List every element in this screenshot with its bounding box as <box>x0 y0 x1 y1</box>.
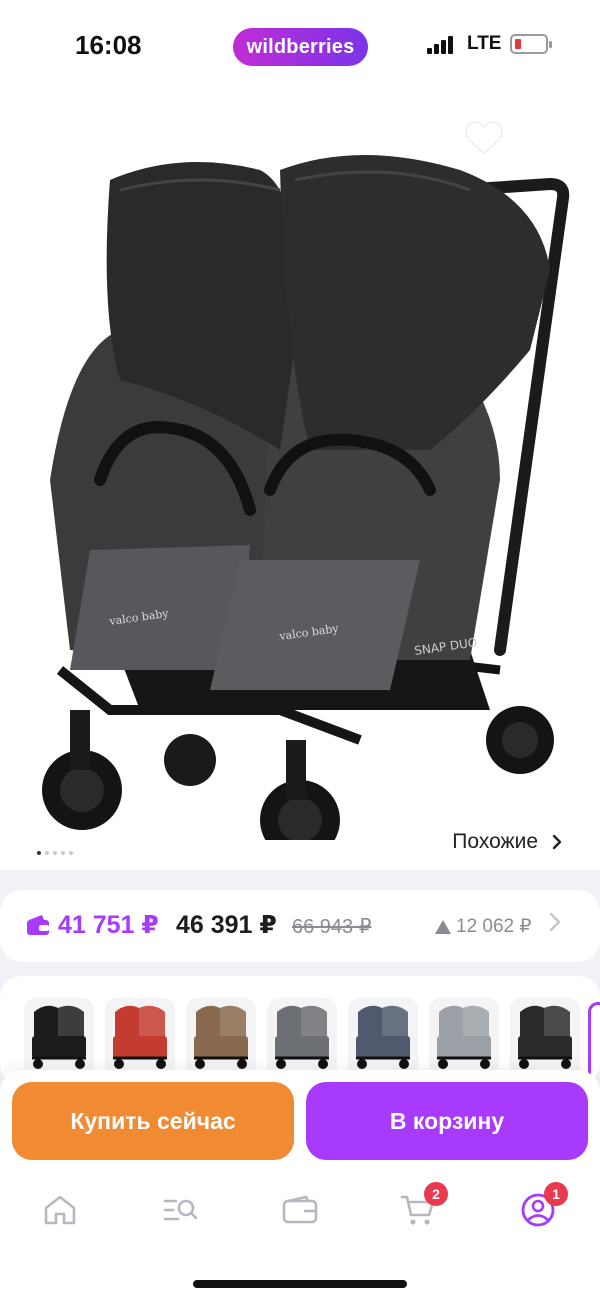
tab-wallet[interactable] <box>280 1190 320 1230</box>
price-card[interactable]: 41 751 ₽ 46 391 ₽ 66 943 ₽ 12 062 ₽ <box>0 890 600 962</box>
similar-link[interactable]: Похожие <box>452 830 562 854</box>
wallet-icon <box>27 915 49 935</box>
old-price: 66 943 ₽ <box>292 916 372 938</box>
tab-cart[interactable]: 2 <box>398 1182 448 1230</box>
status-bar: 16:08 wildberries LTE <box>0 0 600 90</box>
chevron-right-icon[interactable] <box>549 912 561 932</box>
signal-icon <box>427 36 457 54</box>
wallet-icon <box>282 1195 318 1224</box>
buy-now-button[interactable]: Купить сейчас <box>12 1082 294 1160</box>
triangle-up-icon <box>435 919 451 934</box>
battery-icon <box>510 34 552 54</box>
status-time: 16:08 <box>75 30 142 60</box>
price-difference[interactable]: 12 062 ₽ <box>434 915 531 938</box>
catalog-search-icon <box>163 1199 198 1221</box>
action-panel: Купить сейчас В корзину 2 1 <box>0 1070 600 1300</box>
network-type: LTE <box>467 33 502 54</box>
price-difference-value: 12 062 ₽ <box>456 916 532 937</box>
product-gallery[interactable]: valco baby valco baby SNAP DUO Похожие <box>0 90 600 870</box>
wallet-price: 41 751 ₽ <box>58 911 159 939</box>
regular-price: 46 391 ₽ <box>176 911 277 939</box>
profile-badge: 1 <box>544 1182 568 1206</box>
home-icon <box>44 1195 76 1225</box>
gallery-pagination <box>37 851 73 855</box>
cart-badge: 2 <box>424 1182 448 1206</box>
tab-home[interactable] <box>40 1190 80 1230</box>
chevron-right-icon <box>552 834 562 850</box>
add-to-cart-button[interactable]: В корзину <box>306 1082 588 1160</box>
similar-label: Похожие <box>452 830 538 853</box>
home-indicator <box>193 1280 407 1288</box>
product-image: valco baby valco baby SNAP DUO <box>42 155 570 840</box>
brand-logo[interactable]: wildberries <box>233 28 368 66</box>
tab-profile[interactable]: 1 <box>518 1182 568 1230</box>
tab-catalog[interactable] <box>160 1190 200 1230</box>
